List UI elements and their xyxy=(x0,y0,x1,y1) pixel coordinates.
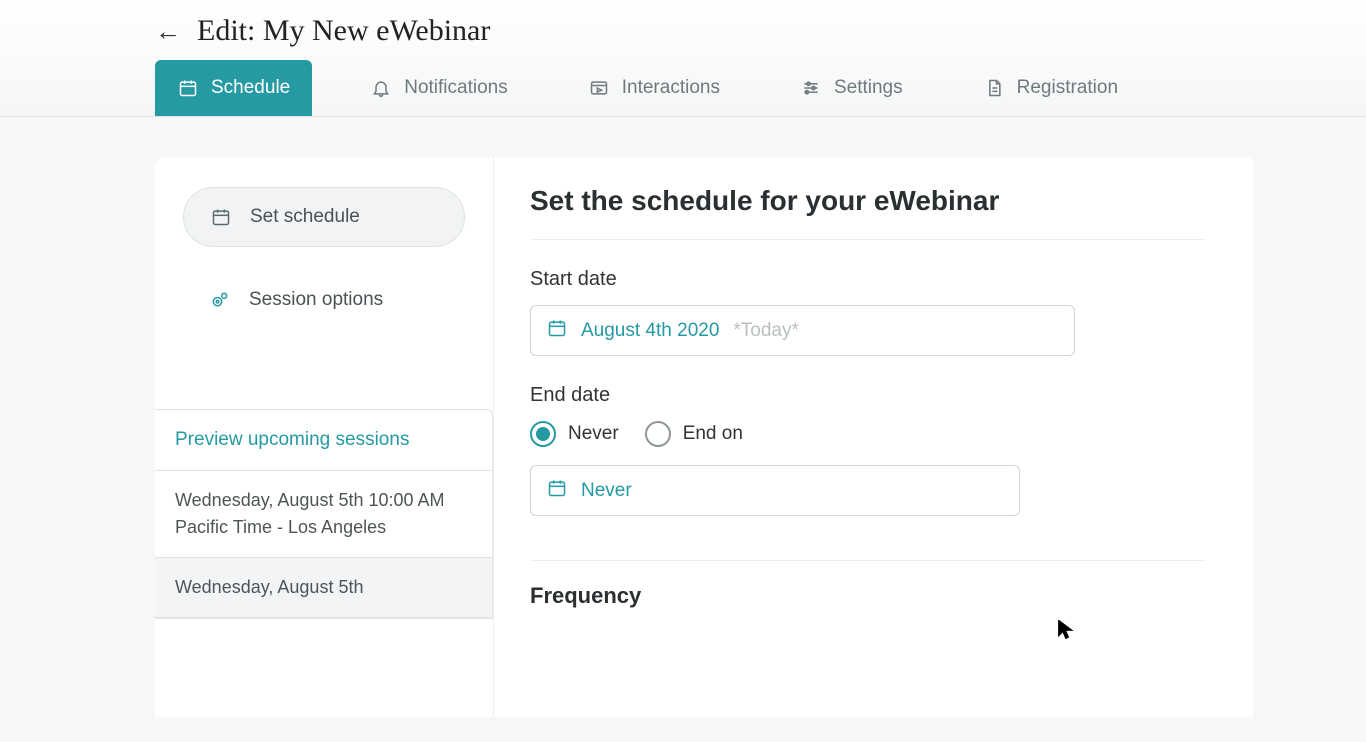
title-row: ← Edit: My New eWebinar xyxy=(0,0,1366,60)
end-date-label: End date xyxy=(530,384,1205,407)
session-row[interactable]: Wednesday, August 5th 10:00 AM Pacific T… xyxy=(155,471,492,558)
start-date-input[interactable]: August 4th 2020 *Today* xyxy=(530,305,1075,356)
calendar-icon xyxy=(177,77,199,99)
radio-icon xyxy=(645,421,671,447)
radio-icon xyxy=(530,421,556,447)
radio-never[interactable]: Never xyxy=(530,421,619,447)
body: Set schedule Session options Preview upc… xyxy=(0,117,1366,717)
tab-bar: Schedule Notifications Interactions Sett… xyxy=(0,60,1366,116)
tab-registration[interactable]: Registration xyxy=(961,60,1140,116)
gear-icon xyxy=(209,289,231,311)
sidebar: Set schedule Session options Preview upc… xyxy=(155,157,493,717)
calendar-icon xyxy=(210,206,232,228)
sidebar-item-label: Session options xyxy=(249,289,383,311)
tab-label: Notifications xyxy=(404,77,508,99)
preview-sessions-box: Preview upcoming sessions Wednesday, Aug… xyxy=(155,409,493,619)
tab-schedule[interactable]: Schedule xyxy=(155,60,312,116)
calendar-icon xyxy=(547,318,567,343)
tab-label: Registration xyxy=(1017,77,1118,99)
sidebar-item-label: Set schedule xyxy=(250,206,360,228)
session-row[interactable]: Wednesday, August 5th xyxy=(155,558,492,618)
radio-label: End on xyxy=(683,423,743,445)
frequency-heading: Frequency xyxy=(530,583,1205,609)
main-panel: Set the schedule for your eWebinar Start… xyxy=(493,157,1253,717)
end-date-input[interactable]: Never xyxy=(530,465,1020,516)
header: ← Edit: My New eWebinar Schedule Notific… xyxy=(0,0,1366,117)
start-date-label: Start date xyxy=(530,268,1205,291)
media-icon xyxy=(588,77,610,99)
tab-label: Schedule xyxy=(211,77,290,99)
tab-label: Settings xyxy=(834,77,903,99)
sidebar-item-set-schedule[interactable]: Set schedule xyxy=(183,187,465,247)
back-arrow-icon[interactable]: ← xyxy=(155,18,181,44)
preview-sessions-title: Preview upcoming sessions xyxy=(155,410,492,471)
end-date-radio-group: Never End on xyxy=(530,421,1205,447)
divider xyxy=(530,560,1205,561)
sidebar-item-session-options[interactable]: Session options xyxy=(183,271,465,329)
tab-settings[interactable]: Settings xyxy=(778,60,925,116)
tab-label: Interactions xyxy=(622,77,720,99)
end-date-value: Never xyxy=(581,480,632,502)
bell-icon xyxy=(370,77,392,99)
tab-notifications[interactable]: Notifications xyxy=(348,60,530,116)
document-icon xyxy=(983,77,1005,99)
tab-interactions[interactable]: Interactions xyxy=(566,60,742,116)
start-date-value: August 4th 2020 xyxy=(581,320,719,342)
sliders-icon xyxy=(800,77,822,99)
radio-end-on[interactable]: End on xyxy=(645,421,743,447)
main-heading: Set the schedule for your eWebinar xyxy=(530,185,1205,240)
start-date-hint: *Today* xyxy=(733,320,799,342)
radio-label: Never xyxy=(568,423,619,445)
calendar-icon xyxy=(547,478,567,503)
page-title: Edit: My New eWebinar xyxy=(197,14,490,48)
